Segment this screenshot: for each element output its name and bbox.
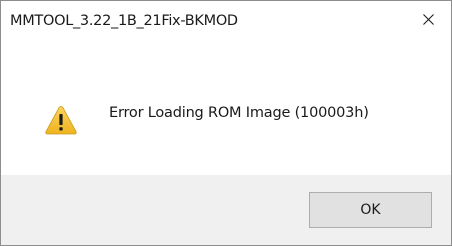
message-dialog: MMTOOL_3.22_1B_21Fix-BKMOD Error Loading… — [0, 0, 452, 246]
close-button[interactable] — [405, 1, 451, 37]
button-bar: OK — [1, 175, 451, 245]
close-icon — [423, 14, 434, 25]
window-title: MMTOOL_3.22_1B_21Fix-BKMOD — [10, 13, 238, 29]
error-message: Error Loading ROM Image (100003h) — [109, 105, 369, 121]
dialog-content: Error Loading ROM Image (100003h) — [1, 39, 451, 175]
title-bar[interactable]: MMTOOL_3.22_1B_21Fix-BKMOD — [1, 1, 451, 39]
ok-button[interactable]: OK — [309, 192, 432, 228]
warning-icon — [45, 106, 77, 135]
